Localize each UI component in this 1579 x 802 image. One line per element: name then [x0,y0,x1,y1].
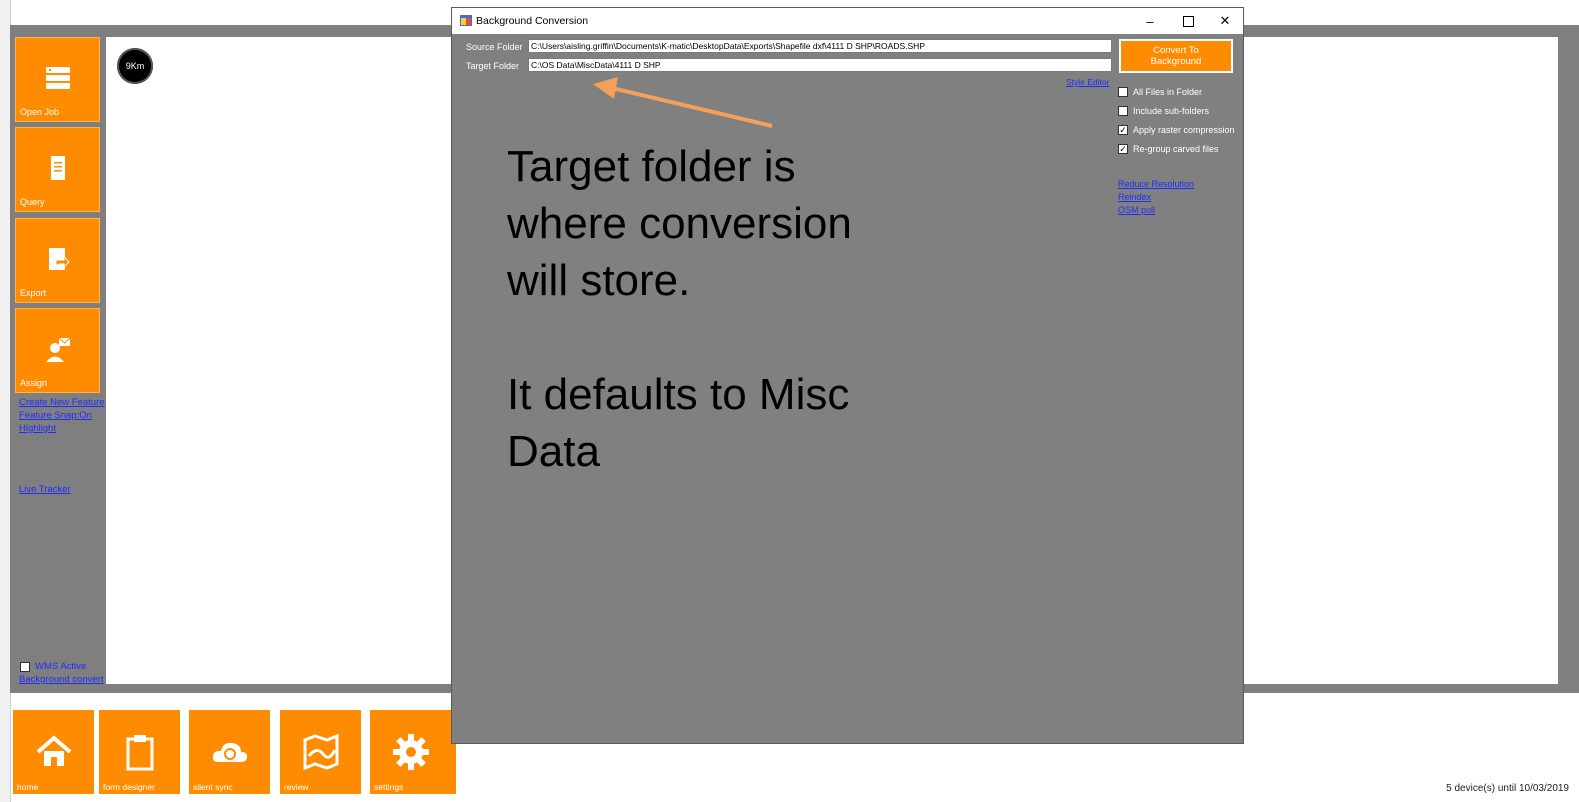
settings-label: settings [374,782,404,792]
home-icon [36,735,72,766]
export-button[interactable]: Export [15,218,100,303]
open-job-label: Open Job [20,107,60,117]
wms-active-checkbox[interactable]: WMS Active [20,661,86,672]
home-button[interactable]: home [13,710,94,794]
wms-active-label: WMS Active [35,661,87,672]
assign-button[interactable]: Assign [15,308,100,393]
annotation-arrow-icon [593,77,773,128]
map-icon [303,733,339,771]
export-label: Export [20,288,47,298]
live-tracker-link[interactable]: Live Tracker [19,484,71,495]
review-button[interactable]: review [280,710,361,794]
background-conversion-dialog: Background Conversion – ✕ Source Folder … [451,7,1244,744]
query-button[interactable]: Query [15,127,100,212]
scale-badge: 9Km [117,48,153,84]
settings-button[interactable]: settings [370,710,456,794]
silent-sync-button[interactable]: silent sync [189,710,270,794]
open-job-button[interactable]: Open Job [15,37,100,122]
cloud-sync-icon [212,742,248,762]
assign-user-icon [46,337,71,362]
highlight-link[interactable]: Highlight [19,423,56,434]
assign-label: Assign [20,378,48,388]
export-icon [49,248,70,270]
database-icon [46,67,70,89]
home-label: home [17,782,39,792]
query-label: Query [20,197,45,207]
review-label: review [284,782,309,792]
wms-checkbox-box[interactable] [20,661,30,672]
background-convert-link[interactable]: Background convert [19,674,104,685]
document-icon [51,156,65,180]
create-new-feature-link[interactable]: Create New Feature [19,397,105,408]
form-designer-button[interactable]: form designer [99,710,180,794]
license-status: 5 device(s) until 10/03/2019 [1446,783,1569,794]
gear-icon [393,734,429,770]
silent-sync-label: silent sync [193,782,233,792]
feature-snap-link[interactable]: Feature Snap:On [19,410,92,421]
clipboard-icon [126,735,154,771]
form-designer-label: form designer [103,782,155,792]
